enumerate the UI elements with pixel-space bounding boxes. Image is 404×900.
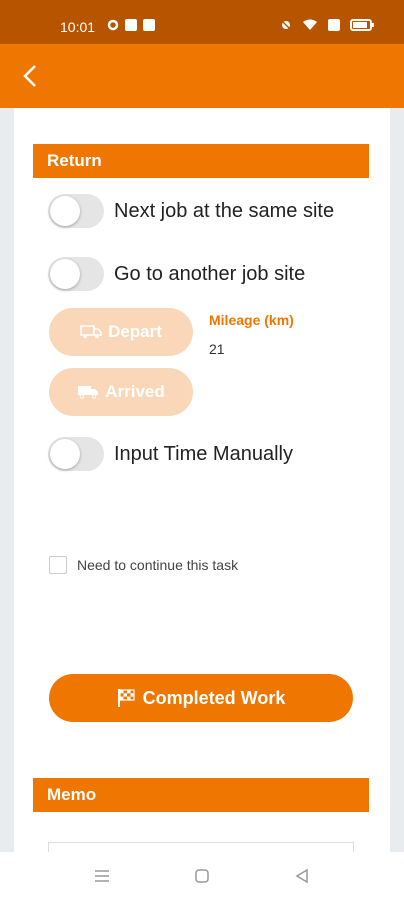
system-nav-bar <box>0 852 404 900</box>
gear-icon <box>107 19 119 31</box>
app-notification-icon <box>125 19 137 31</box>
toggle-another-site[interactable]: Go to another job site <box>48 257 305 291</box>
content-card: Return Next job at the same site Go to a… <box>14 108 390 860</box>
status-bar: 10:01 <box>0 0 404 44</box>
truck-icon <box>78 386 99 399</box>
wifi-icon <box>303 19 317 30</box>
mileage-label: Mileage (km) <box>209 312 294 328</box>
completed-work-button[interactable]: Completed Work <box>49 674 353 722</box>
depart-label: Depart <box>108 322 162 341</box>
depart-button[interactable]: Depart <box>49 308 193 356</box>
toggle-same-site[interactable]: Next job at the same site <box>48 194 334 228</box>
completed-work-label: Completed Work <box>142 687 286 708</box>
alarm-off-icon <box>280 19 292 31</box>
continue-task-row[interactable]: Need to continue this task <box>49 556 238 574</box>
truck-icon <box>80 325 102 339</box>
arrived-button[interactable]: Arrived <box>49 368 193 416</box>
toggle-label: Input Time Manually <box>114 442 293 465</box>
switch[interactable] <box>48 437 104 471</box>
back-button[interactable] <box>16 62 44 90</box>
toggle-label: Next job at the same site <box>114 199 335 222</box>
chevron-left-icon <box>23 65 36 87</box>
return-section-header: Return <box>33 144 369 178</box>
home-icon[interactable] <box>192 866 212 886</box>
mileage-value: 21 <box>209 341 225 357</box>
toggle-manual-time[interactable]: Input Time Manually <box>48 437 293 471</box>
continue-task-label: Need to continue this task <box>77 557 239 573</box>
arrived-label: Arrived <box>105 382 165 401</box>
sim-icon <box>328 19 340 31</box>
battery-icon <box>350 19 374 31</box>
back-triangle-icon[interactable] <box>292 866 312 886</box>
switch[interactable] <box>48 194 104 228</box>
memo-section-header: Memo <box>33 778 369 812</box>
system-icons <box>280 19 374 31</box>
continue-task-checkbox[interactable] <box>49 556 67 574</box>
checkered-flag-icon <box>117 689 135 707</box>
menu-icon[interactable] <box>92 866 112 886</box>
status-time: 10:01 <box>60 19 96 35</box>
notification-icons <box>107 19 155 31</box>
app-bar <box>0 44 404 108</box>
app-notification-icon <box>143 19 155 31</box>
toggle-label: Go to another job site <box>114 262 306 285</box>
switch[interactable] <box>48 257 104 291</box>
